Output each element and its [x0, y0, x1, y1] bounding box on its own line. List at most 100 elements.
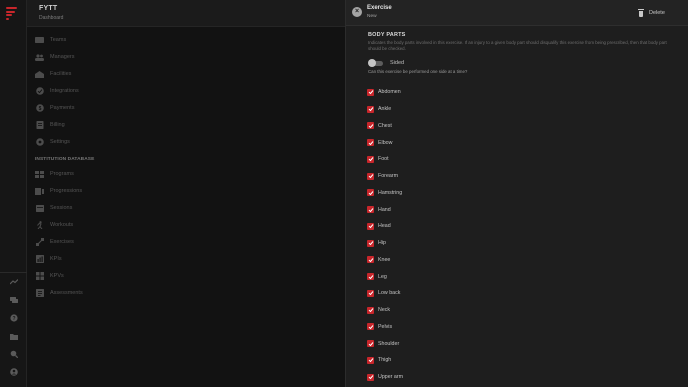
- body-part-row[interactable]: Ankle: [367, 101, 667, 118]
- managers-icon: [35, 53, 44, 61]
- sided-help-text: Can this exercise be performed one side …: [368, 69, 468, 74]
- body-part-row[interactable]: Shoulder: [367, 335, 667, 352]
- svg-text:$: $: [38, 106, 41, 112]
- checkbox[interactable]: [367, 273, 374, 281]
- nav-item-workouts[interactable]: Workouts: [35, 220, 73, 230]
- assessments-icon: [35, 289, 44, 297]
- checkbox-label: Leg: [378, 273, 387, 280]
- checkbox[interactable]: [367, 356, 374, 364]
- checkbox[interactable]: [367, 239, 374, 247]
- nav-label: Integrations: [50, 88, 79, 94]
- body-part-row[interactable]: Elbow: [367, 134, 667, 151]
- nav-item-teams[interactable]: Teams: [35, 35, 66, 45]
- nav-item-billing[interactable]: Billing: [35, 120, 65, 130]
- body-part-row[interactable]: Knee: [367, 252, 667, 269]
- checkbox[interactable]: [367, 340, 374, 348]
- checkbox[interactable]: [367, 189, 374, 197]
- nav-item-progressions[interactable]: Progressions: [35, 186, 82, 196]
- checkbox-label: Ankle: [378, 106, 392, 113]
- left-rail: ?: [0, 0, 27, 387]
- toggle-thumb: [368, 59, 376, 67]
- facilities-icon: [35, 70, 44, 78]
- body-part-row[interactable]: Leg: [367, 268, 667, 285]
- body-part-row[interactable]: Neck: [367, 302, 667, 319]
- nav-label: Billing: [50, 122, 65, 128]
- body-part-row[interactable]: Foot: [367, 151, 667, 168]
- checkbox[interactable]: [367, 155, 374, 163]
- body-part-row[interactable]: Low back: [367, 285, 667, 302]
- checkbox[interactable]: [367, 88, 374, 96]
- checkbox-label: Thigh: [378, 357, 392, 364]
- nav-item-assessments[interactable]: Assessments: [35, 288, 83, 298]
- body-part-row[interactable]: Chest: [367, 118, 667, 135]
- delete-label: Delete: [649, 9, 665, 16]
- checkbox[interactable]: [367, 289, 374, 297]
- nav-label: KPIs: [50, 256, 62, 262]
- help-icon[interactable]: ?: [0, 309, 27, 327]
- nav-label: Teams: [50, 37, 67, 43]
- billing-icon: [35, 121, 44, 129]
- sessions-icon: [35, 205, 44, 212]
- payments-icon: $: [35, 104, 44, 112]
- nav-label: Workouts: [50, 222, 74, 228]
- nav-item-settings[interactable]: Settings: [35, 137, 70, 147]
- sidebar-nav: Teams Managers Facilities Integrations $…: [27, 27, 345, 387]
- body-part-row[interactable]: Upper arm: [367, 369, 667, 386]
- nav-item-payments[interactable]: $ Payments: [35, 103, 74, 113]
- checkbox[interactable]: [367, 323, 374, 331]
- body-part-row[interactable]: Hand: [367, 201, 667, 218]
- trend-icon[interactable]: [0, 273, 27, 291]
- nav-item-exercises[interactable]: Exercises: [35, 237, 74, 247]
- svg-text:?: ?: [12, 316, 15, 322]
- fytt-logo-icon[interactable]: [6, 7, 19, 20]
- checkbox-label: Foot: [378, 156, 389, 163]
- body-part-row[interactable]: Head: [367, 218, 667, 235]
- panel-title: Exercise: [367, 5, 392, 11]
- checkbox[interactable]: [367, 122, 374, 130]
- checkbox-label: Upper arm: [378, 374, 404, 381]
- nav-label: Sessions: [50, 205, 73, 211]
- app-title: FYTT: [39, 5, 58, 12]
- close-icon[interactable]: ×: [352, 7, 362, 17]
- checkbox-label: Pelvis: [378, 323, 393, 330]
- search-person-icon[interactable]: [0, 345, 27, 363]
- folder-icon[interactable]: [0, 327, 27, 345]
- checkbox[interactable]: [367, 306, 374, 314]
- nav-item-managers[interactable]: Managers: [35, 52, 74, 62]
- sided-toggle[interactable]: [368, 59, 384, 67]
- checkbox-label: Head: [378, 223, 391, 230]
- chat-icon[interactable]: [0, 291, 27, 309]
- checkbox[interactable]: [367, 206, 374, 214]
- body-part-row[interactable]: Thigh: [367, 352, 667, 369]
- body-part-row[interactable]: Hamstring: [367, 185, 667, 202]
- checkbox[interactable]: [367, 139, 374, 147]
- checkbox[interactable]: [367, 222, 374, 230]
- app-subtitle: Dashboard: [39, 15, 64, 21]
- checkbox-label: Low back: [378, 290, 401, 297]
- nav-label: KPVs: [50, 273, 64, 279]
- body-part-row[interactable]: Forearm: [367, 168, 667, 185]
- body-part-row[interactable]: Abdomen: [367, 84, 667, 101]
- checkbox[interactable]: [367, 373, 374, 381]
- nav-item-kpvs[interactable]: KPVs: [35, 271, 64, 281]
- body-parts-list: Abdomen Ankle Chest Elbow Foot Forearm Hamstri…: [367, 84, 667, 386]
- nav-item-integrations[interactable]: Integrations: [35, 86, 79, 96]
- nav-item-sessions[interactable]: Sessions: [35, 203, 72, 213]
- delete-button[interactable]: Delete: [638, 7, 665, 18]
- body-part-row[interactable]: Hip: [367, 235, 667, 252]
- body-part-row[interactable]: Pelvis: [367, 319, 667, 336]
- nav-item-programs[interactable]: Programs: [35, 169, 74, 179]
- checkbox[interactable]: [367, 256, 374, 264]
- nav-item-facilities[interactable]: Facilities: [35, 69, 71, 79]
- checkbox-label: Hand: [378, 206, 391, 213]
- nav-label: Payments: [50, 105, 75, 111]
- checkbox[interactable]: [367, 105, 374, 113]
- account-icon[interactable]: [0, 363, 27, 381]
- panel-header: × Exercise New Delete: [346, 0, 688, 26]
- section-title: BODY PARTS: [368, 32, 406, 38]
- nav-item-kpis[interactable]: KPIs: [35, 254, 62, 264]
- exercise-panel: × Exercise New Delete BODY PARTS Indicat…: [345, 0, 688, 387]
- nav-label: Programs: [50, 171, 74, 177]
- checkbox[interactable]: [367, 172, 374, 180]
- checkbox-label: Shoulder: [378, 340, 400, 347]
